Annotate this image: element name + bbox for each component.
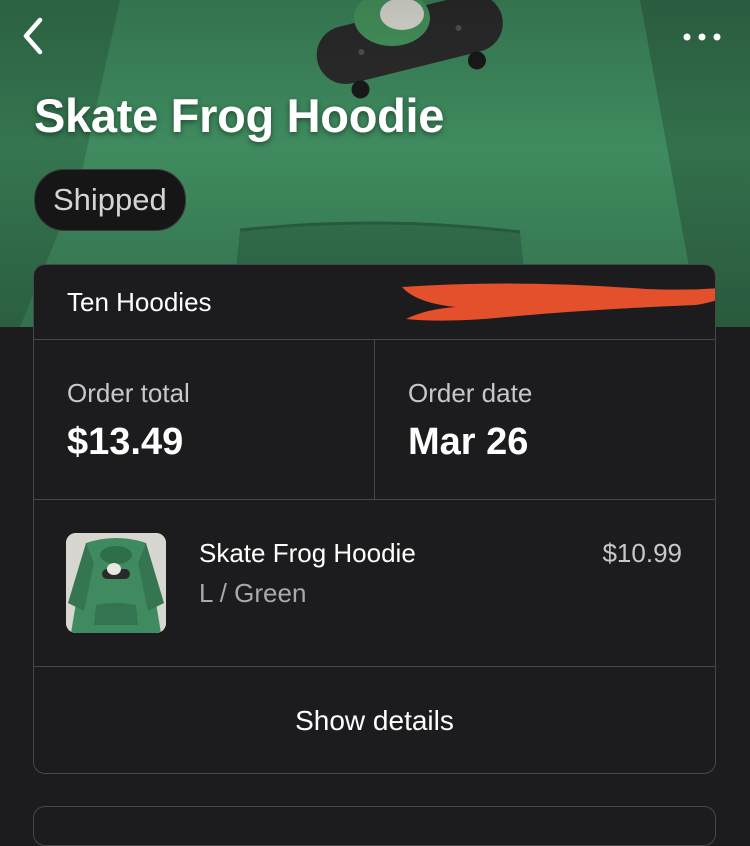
item-variant: L / Green — [199, 578, 307, 608]
page-title: Skate Frog Hoodie — [34, 89, 445, 142]
order-date: Order date Mar 26 — [374, 340, 714, 499]
line-item[interactable]: Skate Frog Hoodie L / Green $10.99 — [34, 500, 715, 667]
back-button[interactable] — [14, 14, 54, 58]
store-row[interactable]: Ten Hoodies — [34, 265, 715, 340]
order-total-value: $13.49 — [67, 421, 184, 463]
order-total-label: Order total — [67, 378, 190, 408]
more-horizontal-icon — [683, 33, 721, 41]
status-badge: Shipped — [34, 169, 186, 231]
show-details-button[interactable]: Show details — [34, 667, 715, 773]
store-name: Ten Hoodies — [67, 286, 212, 317]
item-price: $10.99 — [602, 538, 682, 568]
next-card — [33, 806, 716, 846]
more-options-button[interactable] — [680, 22, 724, 52]
order-date-value: Mar 26 — [408, 421, 529, 463]
item-thumbnail — [66, 533, 166, 633]
chevron-left-icon — [23, 17, 43, 55]
order-summary: Order total $13.49 Order date Mar 26 — [34, 340, 715, 500]
order-total: Order total $13.49 — [34, 340, 374, 499]
redaction-mark — [402, 283, 715, 321]
order-date-label: Order date — [408, 378, 533, 408]
order-card: Ten Hoodies Order total $13.49 Order dat… — [33, 264, 716, 774]
item-name: Skate Frog Hoodie — [199, 538, 416, 568]
